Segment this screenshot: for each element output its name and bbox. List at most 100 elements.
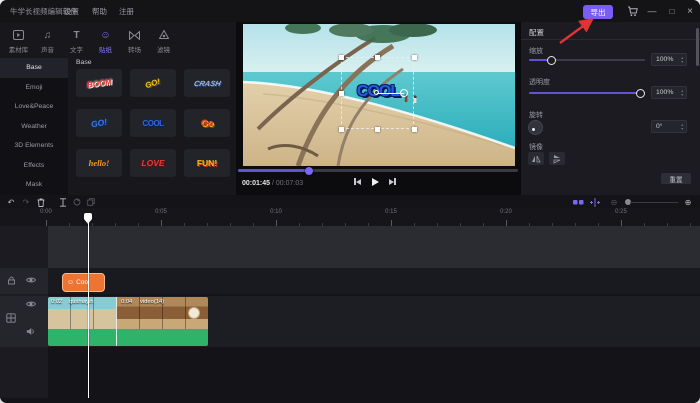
stepper-arrows[interactable]: ▲▼ (681, 87, 684, 98)
app-window: 牛学长视频编辑软件 设置 帮助 注册 导出 — □ × 素材库 ♫ 声音 T (0, 0, 700, 403)
scrollbar-thumb[interactable] (696, 28, 699, 66)
close-button[interactable]: × (682, 3, 698, 19)
sticker-thumb-love[interactable]: LOVE (130, 149, 176, 177)
selection-handle[interactable] (339, 91, 344, 96)
playhead[interactable] (84, 213, 92, 398)
reset-button[interactable]: 重置 (661, 173, 691, 184)
playback-controls: 00:01:45 / 00:07:03 16:9 ▾ (236, 174, 520, 195)
play-button[interactable] (372, 178, 379, 186)
clip1-duration: 0:02 (51, 299, 62, 305)
delete-button[interactable] (35, 197, 47, 207)
eye-icon[interactable] (26, 276, 36, 284)
opacity-slider-handle[interactable] (636, 89, 645, 98)
copy-icon (87, 198, 95, 206)
asset-tabbar: 素材库 ♫ 声音 T 文字 ☺ 贴纸 转场 (4, 26, 178, 56)
category-mask[interactable]: Mask (0, 175, 68, 195)
sticker-track-header (0, 268, 48, 294)
sticker-thumb-fun[interactable]: FUN! (184, 149, 230, 177)
menu-help[interactable]: 帮助 (92, 6, 107, 17)
stepper-arrows[interactable]: ▲▼ (681, 54, 684, 65)
undo-button[interactable]: ↶ (5, 197, 17, 207)
prev-frame-button[interactable] (354, 178, 361, 185)
tab-transition[interactable]: 转场 (120, 26, 149, 56)
selection-handle[interactable] (412, 127, 417, 132)
filter-icon (159, 29, 169, 42)
timeline-zoom-in-button[interactable]: ⊕ (682, 197, 694, 207)
selection-handle[interactable] (339, 127, 344, 132)
opacity-slider[interactable] (529, 92, 645, 94)
asset-panel: 素材库 ♫ 声音 T 文字 ☺ 贴纸 转场 (0, 22, 236, 195)
export-button[interactable]: 导出 (583, 5, 613, 19)
category-effects[interactable]: Effects (0, 156, 68, 176)
category-weather[interactable]: Weather (0, 117, 68, 137)
minimize-button[interactable]: — (644, 3, 660, 19)
flip-vertical-button[interactable] (549, 152, 565, 165)
redo-button[interactable]: ↷ (20, 197, 32, 207)
scale-slider-handle[interactable] (547, 56, 556, 65)
category-love-peace[interactable]: Love&Peace (0, 97, 68, 117)
volume-icon[interactable] (26, 327, 36, 336)
category-emoji[interactable]: Emoji (0, 78, 68, 98)
cart-icon[interactable] (624, 3, 640, 19)
clip-split-line[interactable] (116, 297, 117, 346)
selection-handle[interactable] (375, 55, 380, 60)
flip-horizontal-button[interactable] (528, 152, 544, 165)
selection-handle[interactable] (339, 55, 344, 60)
scale-value-box[interactable]: 100% ▲▼ (651, 53, 687, 66)
tab-media-library[interactable]: 素材库 (4, 26, 33, 56)
preview-seek-bar[interactable] (238, 169, 518, 172)
preview-panel: COOL 00:01:45 / 00:07:03 16:9 ▾ (236, 22, 520, 195)
crop-button[interactable] (71, 197, 83, 207)
sticker-thumb-go-red[interactable]: Go (184, 109, 230, 137)
video-canvas[interactable]: COOL (243, 24, 515, 166)
sticker-track-lane[interactable] (48, 268, 700, 294)
copy-button[interactable] (85, 197, 97, 207)
tab-filter[interactable]: 滤镜 (149, 26, 178, 56)
split-button[interactable] (57, 197, 69, 207)
category-3d-elements[interactable]: 3D Elements (0, 136, 68, 156)
crop-icon (73, 198, 81, 206)
tab-text[interactable]: T 文字 (62, 26, 91, 56)
clip2-duration: 0:04 (121, 299, 132, 305)
timeline-ruler[interactable]: 0:00 0:05 0:10 0:15 0:20 0:25 (0, 208, 700, 226)
timeline-empty-lane (0, 226, 700, 268)
sticker-thumb-go-yellow[interactable]: GO! (130, 69, 176, 97)
sticker-thumb-crash[interactable]: CRASH (184, 69, 230, 97)
sticker-group-header: Base (76, 59, 92, 66)
transition-icon (129, 29, 140, 42)
eye-icon[interactable] (26, 300, 36, 308)
scale-slider[interactable] (529, 59, 645, 61)
track-view-button[interactable] (572, 197, 584, 207)
sticker-thumb-boom[interactable]: BOOM (76, 69, 122, 97)
rotation-knob[interactable] (528, 120, 543, 135)
tracks-icon (573, 199, 584, 206)
audio-icon: ♫ (44, 29, 52, 42)
timeline-zoom-out-button[interactable]: ⊖ (608, 197, 620, 207)
snap-toggle-button[interactable] (589, 197, 601, 207)
video-clip[interactable]: 0:02 qushuiyin 0:04 video(14) (48, 297, 208, 346)
opacity-value-box[interactable]: 100% ▲▼ (651, 86, 687, 99)
stepper-arrows[interactable]: ▲▼ (681, 121, 684, 132)
timeline-zoom-slider[interactable] (630, 202, 678, 204)
sticker-thumb-go-blue[interactable]: GO! (76, 109, 122, 137)
selection-handle[interactable] (412, 55, 417, 60)
audio-waveform (48, 329, 208, 346)
menu-register[interactable]: 注册 (119, 6, 134, 17)
sticker-thumb-hello[interactable]: hello! (76, 149, 122, 177)
rotation-value-box[interactable]: 0° ▲▼ (651, 120, 687, 133)
tab-sticker[interactable]: ☺ 贴纸 (91, 26, 120, 56)
selection-handle[interactable] (375, 127, 380, 132)
snap-icon (590, 198, 600, 207)
properties-header: 配置 (529, 27, 544, 38)
next-frame-button[interactable] (389, 178, 396, 185)
sticker-anchor-handle[interactable] (374, 90, 379, 95)
category-base[interactable]: Base (0, 58, 68, 78)
timecode: 00:01:45 / 00:07:03 (242, 180, 303, 187)
tab-audio[interactable]: ♫ 声音 (33, 26, 62, 56)
sticker-thumb-cool[interactable]: COOL (130, 109, 176, 137)
menu-settings[interactable]: 设置 (64, 6, 79, 17)
maximize-button[interactable]: □ (664, 3, 680, 19)
sticker-rotate-handle[interactable] (400, 89, 408, 97)
lock-icon[interactable] (7, 276, 16, 285)
smiley-icon: ☺ (67, 279, 74, 286)
